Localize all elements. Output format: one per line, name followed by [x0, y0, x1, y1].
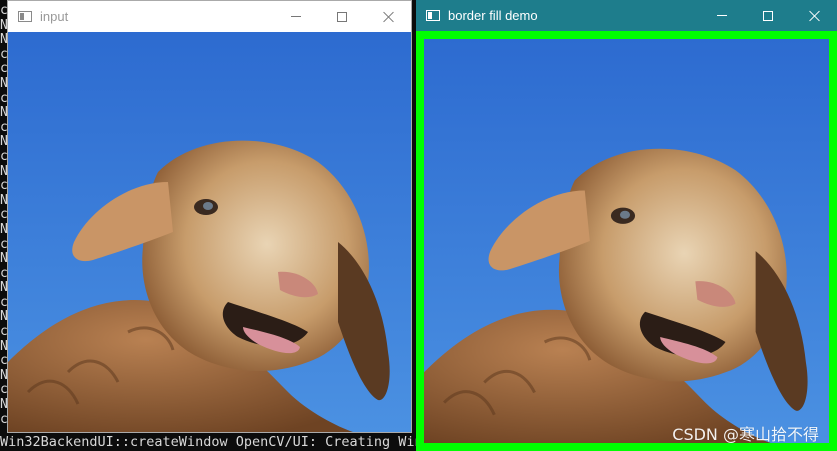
- maximize-button[interactable]: [745, 0, 791, 31]
- input-window[interactable]: input: [7, 0, 412, 433]
- close-icon: [808, 10, 820, 22]
- minimize-icon: [291, 16, 301, 17]
- input-window-titlebar[interactable]: input: [8, 1, 411, 32]
- csdn-watermark: CSDN @寒山拾不得: [672, 425, 819, 444]
- bordered-image: [424, 39, 829, 443]
- maximize-icon: [763, 10, 773, 21]
- close-button[interactable]: [791, 0, 837, 31]
- maximize-icon: [337, 11, 347, 22]
- close-icon: [382, 11, 394, 23]
- demo-image-canvas: [416, 31, 837, 451]
- app-window-icon[interactable]: [426, 10, 440, 21]
- border-fill-demo-window[interactable]: border fill demo CSDN @寒山拾不得: [416, 0, 837, 451]
- maximize-button[interactable]: [319, 1, 365, 32]
- sheep-photo: [424, 39, 829, 443]
- minimize-icon: [717, 15, 727, 16]
- demo-window-titlebar[interactable]: border fill demo: [416, 0, 837, 31]
- input-window-title: input: [40, 9, 69, 24]
- console-bottom-line: Win32BackendUI::createWindow OpenCV/UI: …: [0, 434, 417, 450]
- demo-window-title: border fill demo: [448, 8, 538, 23]
- minimize-button[interactable]: [273, 1, 319, 32]
- app-window-icon[interactable]: [18, 11, 32, 22]
- sheep-photo: [8, 32, 411, 432]
- minimize-button[interactable]: [699, 0, 745, 31]
- close-button[interactable]: [365, 1, 411, 32]
- input-image-canvas: [8, 32, 411, 432]
